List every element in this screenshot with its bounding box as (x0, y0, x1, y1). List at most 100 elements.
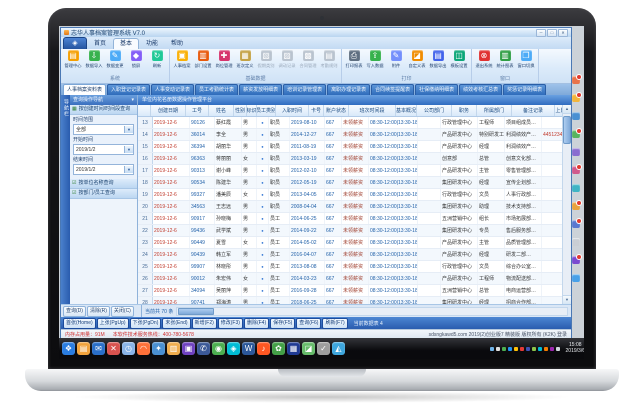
lock-screen-button[interactable]: ◆锁屏 (126, 50, 146, 75)
column-header-1[interactable] (138, 105, 151, 116)
table-row[interactable]: 262019-12-690012朱宏伟女●员工2014-03-23667未领薪资… (138, 273, 562, 285)
chevron-down-icon[interactable]: ▼ (124, 166, 133, 173)
tray-icon-8[interactable] (532, 347, 536, 351)
taskbar-clock[interactable]: 15:08 2019/3/6 (566, 343, 584, 355)
column-header-9[interactable]: 卡号 (309, 105, 324, 116)
column-header-4[interactable]: 姓名 (209, 105, 234, 116)
mail-app-icon[interactable]: ✉ (92, 342, 105, 355)
table-row[interactable]: 142019-12-636014李全男●职员2014-12-27667未领薪资0… (138, 129, 562, 141)
tray-icon-11[interactable] (550, 347, 554, 351)
hotkey-button-8[interactable]: 保存(F5) (270, 318, 295, 329)
refresh-button[interactable]: ↻刷新 (147, 50, 167, 75)
tray-icon-10[interactable] (544, 347, 548, 351)
attachment-button[interactable]: ✎附件 (386, 50, 406, 75)
desktop-shortcut-2-icon[interactable] (572, 94, 580, 102)
clock-app-icon[interactable]: ◷ (122, 342, 135, 355)
table-row[interactable]: 242019-12-690439韩立军男●员工2016-04-07667未领薪资… (138, 249, 562, 261)
query-section-unit[interactable]: ☑ 按单位名称查询 (70, 179, 137, 189)
column-header-13[interactable]: 公司部门 (417, 105, 452, 116)
field-combobox[interactable]: 全部▼ (73, 124, 134, 135)
sidebar-footer-button-2[interactable]: 清除(R) (87, 306, 110, 317)
messenger-icon[interactable]: ◈ (227, 342, 240, 355)
field-combobox[interactable]: 2019/1/2▼ (73, 144, 134, 155)
ribbon-tab-1[interactable]: 首页 (88, 39, 112, 49)
table-row[interactable]: 192019-12-699327潘美辰女●职员2013-04-05667未领薪资… (138, 189, 562, 201)
chevron-down-icon[interactable]: ▼ (124, 126, 133, 133)
tray-icon-7[interactable] (526, 347, 530, 351)
table-row[interactable]: 232019-12-690449夏雪女●员工2014-05-02667未领薪资0… (138, 237, 562, 249)
hscrollbar-thumb[interactable] (178, 308, 214, 315)
desktop-shortcut-5-icon[interactable] (572, 148, 580, 156)
tray-icon-9[interactable] (538, 347, 542, 351)
tray-icon-4[interactable] (508, 347, 512, 351)
tray-icon-1[interactable] (490, 347, 494, 351)
sheets-app-icon[interactable]: ◪ (302, 342, 315, 355)
desktop-shortcut-11-icon[interactable] (572, 256, 580, 264)
horizontal-scrollbar[interactable] (176, 307, 568, 316)
app-menu-button[interactable]: ◈ (63, 37, 87, 49)
table-row[interactable]: 212019-12-690917孙晓梅男●员工2014-06-25667未领薪资… (138, 213, 562, 225)
column-header-7[interactable]: 员工类别 (257, 105, 276, 116)
desktop-shortcut-3-icon[interactable] (572, 112, 580, 120)
ribbon-tab-3[interactable]: 功能 (140, 39, 164, 49)
query-section-time[interactable]: ▦ 按创建时间/时间段查询 (70, 105, 137, 115)
maximize-button[interactable]: □ (547, 29, 557, 37)
hr-files-button[interactable]: ▣人事档案 (172, 50, 192, 75)
column-header-11[interactable]: 班次时间段 (349, 105, 396, 116)
hotkey-button-9[interactable]: 查询(F6) (296, 318, 321, 329)
desktop-shortcut-8-icon[interactable] (572, 202, 580, 210)
column-header-3[interactable]: 工号 (186, 105, 209, 116)
notes-app-icon[interactable]: ✦ (152, 342, 165, 355)
table-row[interactable]: 182019-12-690534陈建华男●职员2012-05-19667未领薪资… (138, 177, 562, 189)
doc-tab-7[interactable]: 离职办理记录表 (327, 84, 370, 95)
table-row[interactable]: 272019-12-634094吴丽萍男●员工2016-09-28667未领薪资… (138, 285, 562, 297)
chrome-icon[interactable]: ◉ (212, 342, 225, 355)
column-header-2[interactable]: 创建日期 (151, 105, 186, 116)
hotkey-button-7[interactable]: 删除(F4) (244, 318, 269, 329)
remote-app-icon[interactable]: ✕ (107, 342, 120, 355)
table-row[interactable]: 132019-12-690126蔡红霞男●职员2019-08-10667未领薪资… (138, 117, 562, 129)
firefox-icon[interactable]: ◠ (137, 342, 150, 355)
tray-icon-3[interactable] (502, 347, 506, 351)
hotkey-button-1[interactable]: 首张(Home) (63, 318, 96, 329)
hotkey-button-3[interactable]: 下张(PgDn) (130, 318, 162, 329)
column-header-8[interactable]: 入职时间 (276, 105, 309, 116)
column-header-14[interactable]: 职务 (452, 105, 477, 116)
ribbon-tab-4[interactable]: 帮助 (165, 39, 189, 49)
sidebar-footer-button-1[interactable]: 查询(D) (63, 306, 86, 317)
ribbon-tab-2[interactable]: 基本 (113, 38, 139, 49)
column-header-5[interactable]: 性别 (234, 105, 247, 116)
field-combobox[interactable]: 2019/1/2▼ (73, 164, 134, 175)
doc-tab-2[interactable]: 入职登记记录表 (107, 84, 150, 95)
hotkey-button-4[interactable]: 末张(End) (162, 318, 190, 329)
table-row[interactable]: 202019-12-634563王志远男●职员2008-04-04667未领薪资… (138, 201, 562, 213)
doc-tab-3[interactable]: 人事变动记录表 (151, 84, 194, 95)
doc-tab-11[interactable]: 奖惩记录明细表 (503, 84, 546, 95)
table-row[interactable]: 172019-12-690313谢小峰男●职员2012-02-10667未领薪资… (138, 165, 562, 177)
custom-report-button[interactable]: ◪自定义表 (407, 50, 427, 75)
folder-app-icon[interactable]: ▥ (167, 342, 180, 355)
desktop-shortcut-4-icon[interactable] (572, 130, 580, 138)
template-setup-button[interactable]: ◫模板设置 (449, 50, 469, 75)
desktop-shortcut-7-icon[interactable] (572, 184, 580, 192)
table-row[interactable]: 222019-12-699436武学斌男●员工2014-09-22667未领薪资… (138, 225, 562, 237)
tray-icon-5[interactable] (514, 347, 518, 351)
tray-icon-12[interactable] (556, 347, 560, 351)
dept-setup-button[interactable]: ▥部门设置 (193, 50, 213, 75)
chevron-down-icon[interactable]: ▼ (124, 146, 133, 153)
column-header-15[interactable]: 所属部门 (477, 105, 512, 116)
desktop-shortcut-12-icon[interactable] (572, 274, 580, 282)
exit-system-button[interactable]: ⊗退出系统 (474, 50, 494, 75)
checkbox-icon[interactable]: ☑ (72, 179, 76, 188)
doc-tab-10[interactable]: 绩效考核汇总表 (459, 84, 502, 95)
doc-tab-5[interactable]: 薪资发放明细表 (239, 84, 282, 95)
sidebar-vertical-strip[interactable]: 导航栏 (61, 95, 70, 304)
print-report-button[interactable]: ⎙打印报表 (344, 50, 364, 75)
tray-icon-6[interactable] (520, 347, 524, 351)
hotkey-button-2[interactable]: 上张(PgUp) (97, 318, 129, 329)
doc-tab-6[interactable]: 培训记录管理表 (283, 84, 326, 95)
doc-tab-1[interactable]: 人事档案资料表 (63, 84, 106, 95)
write-data-button[interactable]: ⇪写入数据 (365, 50, 385, 75)
office-word-icon[interactable]: W (242, 342, 255, 355)
column-header-12[interactable]: 基本概况 (396, 105, 417, 116)
